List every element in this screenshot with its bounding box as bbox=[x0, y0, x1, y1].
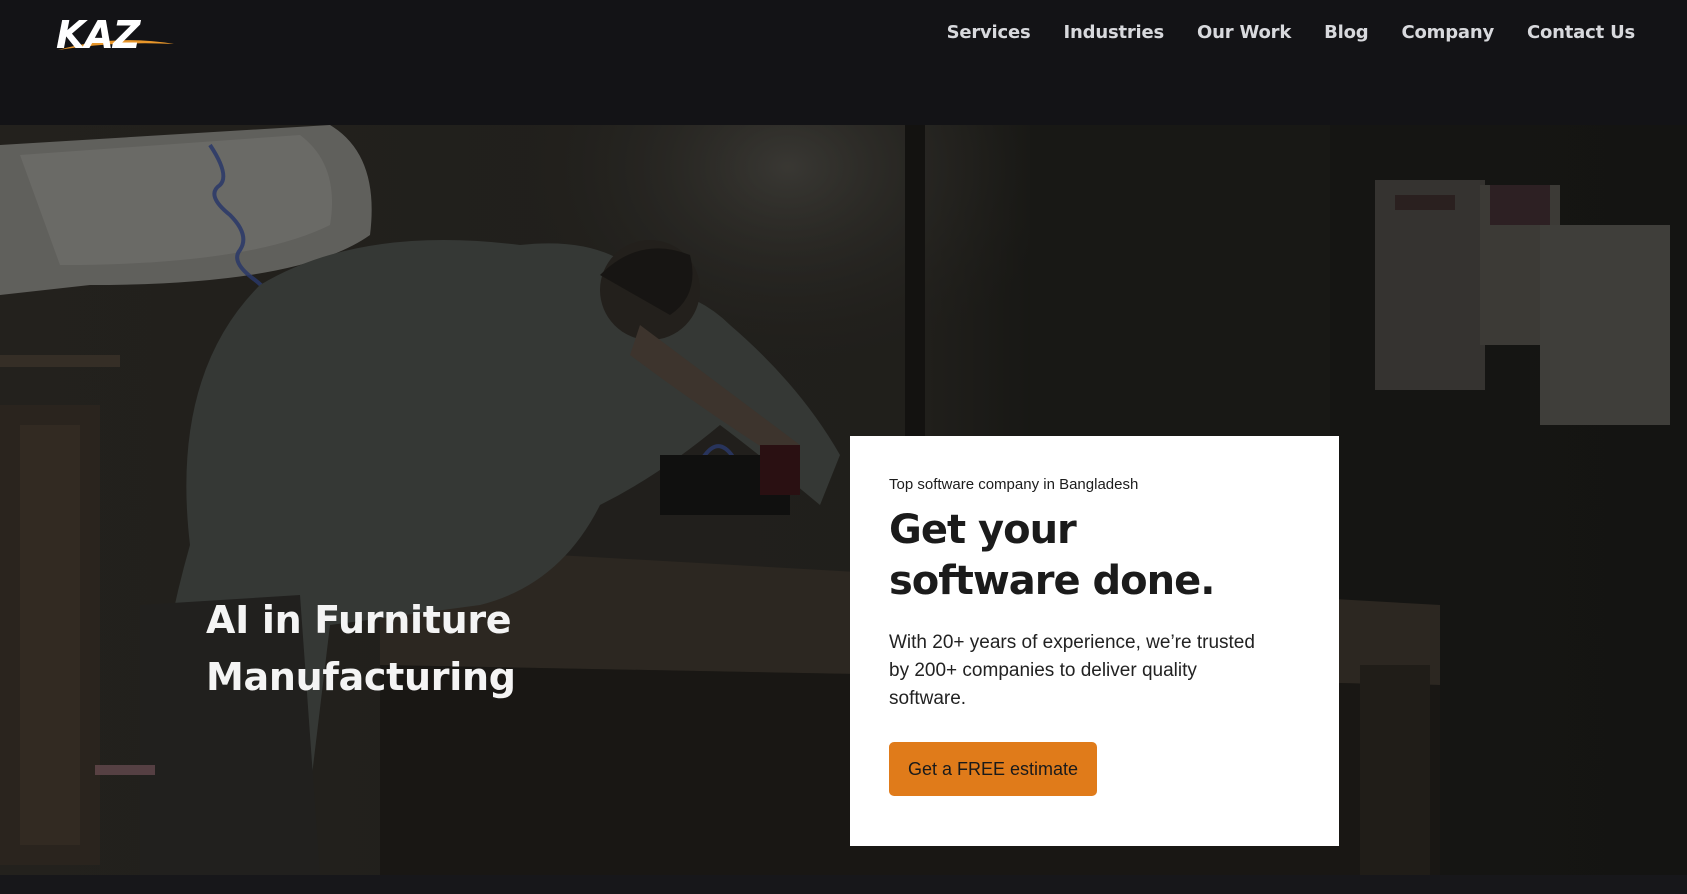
hero-overlay bbox=[0, 125, 1687, 875]
site-header: KAZ Services Industries Our Work Blog Co… bbox=[0, 0, 1687, 125]
card-headline: Get your software done. bbox=[889, 507, 1215, 604]
free-estimate-button[interactable]: Get a FREE estimate bbox=[889, 742, 1098, 796]
logo-text: KAZ bbox=[56, 14, 142, 56]
nav-services[interactable]: Services bbox=[947, 22, 1031, 43]
nav-blog[interactable]: Blog bbox=[1324, 22, 1369, 43]
nav-company[interactable]: Company bbox=[1401, 22, 1494, 43]
bottom-strip bbox=[0, 875, 1687, 894]
main-nav: Services Industries Our Work Blog Compan… bbox=[947, 22, 1636, 43]
nav-our-work[interactable]: Our Work bbox=[1197, 22, 1291, 43]
card-body: With 20+ years of experience, we’re trus… bbox=[889, 632, 1255, 709]
nav-industries[interactable]: Industries bbox=[1064, 22, 1165, 43]
card-eyebrow: Top software company in Bangladesh bbox=[889, 476, 1139, 493]
nav-contact-us[interactable]: Contact Us bbox=[1527, 22, 1635, 43]
hero-title: AI in Furniture Manufacturing bbox=[206, 598, 516, 699]
page: KAZ Services Industries Our Work Blog Co… bbox=[0, 0, 1687, 894]
kaz-logo[interactable]: KAZ bbox=[56, 14, 176, 56]
hero-section: AI in Furniture Manufacturing bbox=[0, 125, 1687, 875]
hero-card: Top software company in Bangladesh Get y… bbox=[850, 436, 1339, 846]
